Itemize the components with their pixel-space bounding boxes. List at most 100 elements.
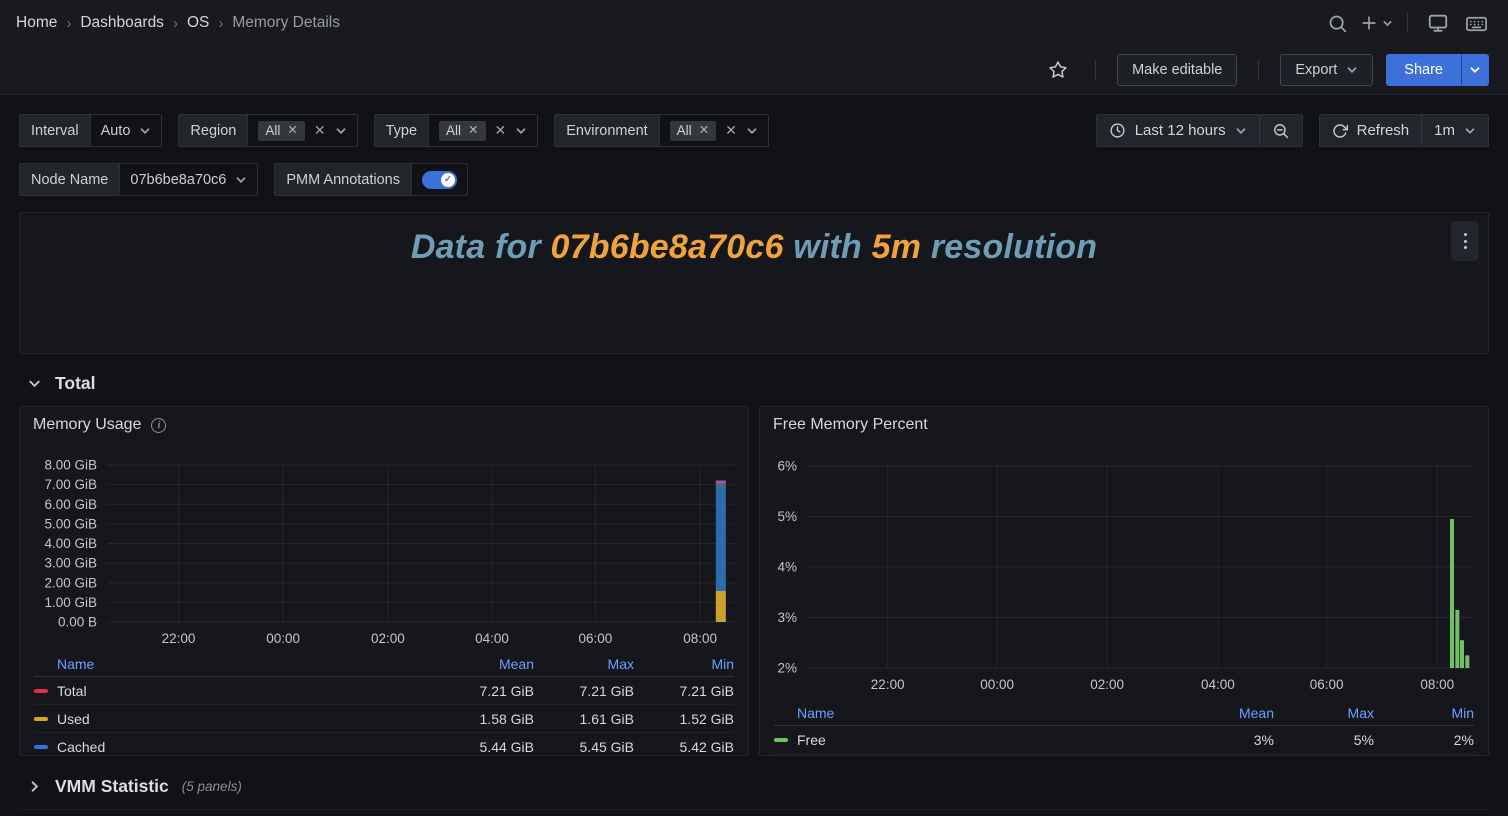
legend-header-name[interactable]: Name	[774, 705, 1174, 721]
series-mean: 5.44 GiB	[434, 739, 534, 755]
legend-header: Name Mean Max Min	[774, 700, 1474, 726]
series-max: 7.21 GiB	[534, 683, 634, 699]
section-total[interactable]: Total	[19, 360, 1489, 406]
chevron-down-icon	[27, 376, 42, 391]
keyboard-icon[interactable]	[1460, 7, 1492, 39]
svg-text:3.00 GiB: 3.00 GiB	[44, 556, 97, 571]
pmm-annotations-toggle[interactable]: ✓	[422, 171, 457, 189]
zoom-out-button[interactable]	[1259, 115, 1302, 146]
share-dropdown-button[interactable]	[1461, 54, 1489, 86]
svg-text:22:00: 22:00	[871, 677, 905, 692]
panel-free-memory-title: Free Memory Percent	[773, 416, 928, 434]
series-min: 7.21 GiB	[634, 683, 734, 699]
legend-header-min[interactable]: Min	[1374, 705, 1474, 721]
remove-chip-icon[interactable]: ✕	[468, 124, 478, 137]
svg-text:06:00: 06:00	[1310, 677, 1344, 692]
node-name-value: 07b6be8a70c6	[130, 172, 226, 188]
legend-row-total: Total 7.21 GiB 7.21 GiB 7.21 GiB	[34, 677, 734, 705]
node-name-label: Node Name	[20, 164, 120, 195]
share-label: Share	[1404, 62, 1443, 78]
series-min: 2%	[1374, 732, 1474, 748]
breadcrumb-home[interactable]: Home	[16, 14, 57, 32]
svg-text:3%: 3%	[777, 610, 797, 625]
clear-selection-icon[interactable]: ✕	[314, 122, 326, 139]
refresh-interval-select[interactable]: 1m	[1421, 115, 1488, 146]
add-panel-button[interactable]	[1359, 7, 1393, 39]
remove-chip-icon[interactable]: ✕	[287, 124, 297, 137]
svg-text:02:00: 02:00	[371, 631, 405, 646]
section-vmm-panel-count: (5 panels)	[182, 779, 242, 794]
region-chip-all[interactable]: All✕	[258, 121, 305, 141]
free-memory-chart-canvas[interactable]: 6%5%4%3%2%22:0000:0002:0004:0006:0008:00	[770, 443, 1478, 700]
series-name: Cached	[57, 739, 105, 755]
banner-text: Data for 07b6be8a70c6 with 5m resolution	[20, 213, 1488, 267]
refresh-button[interactable]: Refresh	[1320, 115, 1422, 146]
info-icon[interactable]: i	[151, 418, 166, 433]
breadcrumb-os[interactable]: OS	[187, 14, 209, 32]
toggle-knob: ✓	[441, 173, 455, 187]
breadcrumb-dashboards[interactable]: Dashboards	[80, 14, 164, 32]
banner-panel: Data for 07b6be8a70c6 with 5m resolution	[19, 212, 1489, 354]
type-chip-all[interactable]: All✕	[439, 121, 486, 141]
legend-header-mean[interactable]: Mean	[434, 656, 534, 672]
remove-chip-icon[interactable]: ✕	[699, 124, 709, 137]
svg-text:04:00: 04:00	[1201, 677, 1235, 692]
search-icon[interactable]	[1321, 7, 1353, 39]
legend-header-max[interactable]: Max	[1274, 705, 1374, 721]
make-editable-button[interactable]: Make editable	[1117, 54, 1237, 86]
series-min: 1.52 GiB	[634, 711, 734, 727]
region-variable: Region All✕ ✕	[178, 114, 357, 147]
legend-header-max[interactable]: Max	[534, 656, 634, 672]
region-select[interactable]: All✕ ✕	[248, 115, 356, 146]
make-editable-label: Make editable	[1132, 62, 1222, 78]
refresh-label: Refresh	[1357, 122, 1410, 139]
monitor-icon[interactable]	[1422, 7, 1454, 39]
panel-free-memory-percent: Free Memory Percent 6%5%4%3%2%22:0000:00…	[759, 406, 1489, 756]
panel-menu-kebab-icon[interactable]	[1451, 221, 1479, 261]
type-variable: Type All✕ ✕	[374, 114, 539, 147]
memory-usage-chart-canvas[interactable]: 8.00 GiB7.00 GiB6.00 GiB5.00 GiB4.00 GiB…	[30, 443, 738, 651]
banner-segment-1: 07b6be8a70c6	[551, 228, 784, 266]
panel-memory-usage-header[interactable]: Memory Usage i	[20, 407, 748, 443]
section-vmm-statistic[interactable]: VMM Statistic (5 panels)	[19, 764, 1489, 810]
dashboard-toolbar: Make editable Export Share	[0, 46, 1508, 95]
panel-free-memory-header[interactable]: Free Memory Percent	[760, 407, 1488, 443]
section-vmm-title: VMM Statistic	[55, 776, 169, 797]
clear-selection-icon[interactable]: ✕	[725, 122, 737, 139]
free-memory-legend: Name Mean Max Min Free 3% 5% 2%	[774, 700, 1474, 755]
favorite-star-icon[interactable]	[1042, 54, 1074, 86]
series-name: Total	[57, 683, 87, 699]
export-button[interactable]: Export	[1280, 54, 1373, 86]
svg-text:2%: 2%	[777, 661, 797, 676]
series-toggle-total[interactable]: Total	[34, 683, 434, 699]
series-toggle-used[interactable]: Used	[34, 711, 434, 727]
section-total-title: Total	[55, 373, 96, 394]
environment-label: Environment	[555, 115, 659, 146]
node-name-select[interactable]: 07b6be8a70c6	[120, 164, 257, 195]
legend-header-mean[interactable]: Mean	[1174, 705, 1274, 721]
type-label: Type	[375, 115, 429, 146]
share-button[interactable]: Share	[1386, 54, 1461, 86]
series-name: Free	[797, 732, 826, 748]
series-mean: 7.21 GiB	[434, 683, 534, 699]
breadcrumb-current-page: Memory Details	[232, 14, 340, 32]
series-toggle-cached[interactable]: Cached	[34, 739, 434, 755]
series-toggle-free[interactable]: Free	[774, 732, 1174, 748]
type-select[interactable]: All✕ ✕	[429, 115, 537, 146]
environment-select[interactable]: All✕ ✕	[660, 115, 768, 146]
filter-row-2: Node Name 07b6be8a70c6 PMM Annotations ✓	[19, 163, 1489, 196]
series-max: 1.61 GiB	[534, 711, 634, 727]
svg-text:22:00: 22:00	[162, 631, 196, 646]
interval-select[interactable]: Auto	[91, 115, 162, 146]
legend-header-name[interactable]: Name	[34, 656, 434, 672]
chevron-down-icon	[515, 125, 527, 137]
clear-selection-icon[interactable]: ✕	[495, 122, 507, 139]
environment-chip-all[interactable]: All✕	[670, 121, 717, 141]
time-range-picker[interactable]: Last 12 hours	[1097, 115, 1259, 146]
legend-header-min[interactable]: Min	[634, 656, 734, 672]
share-button-group: Share	[1386, 54, 1489, 86]
zoom-out-icon	[1272, 122, 1290, 140]
environment-variable: Environment All✕ ✕	[554, 114, 769, 147]
interval-label: Interval	[20, 115, 91, 146]
legend-header: Name Mean Max Min	[34, 651, 734, 677]
